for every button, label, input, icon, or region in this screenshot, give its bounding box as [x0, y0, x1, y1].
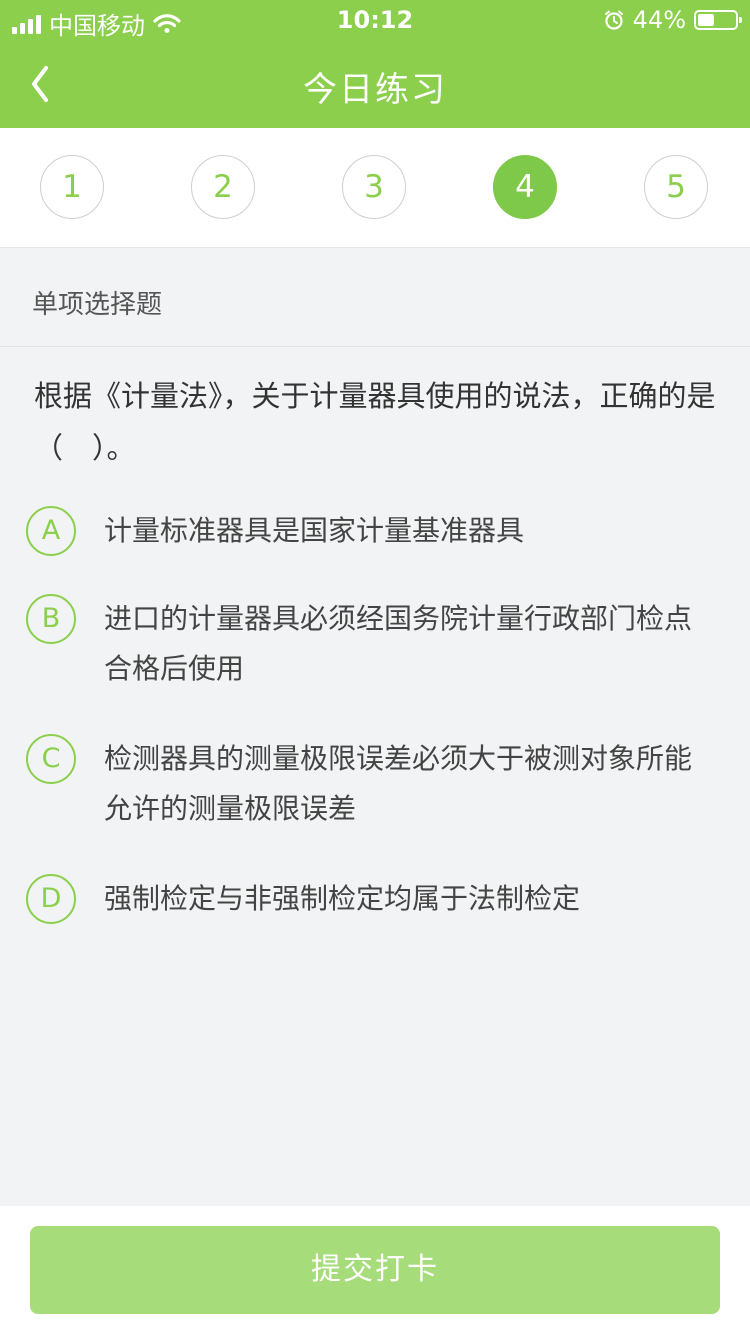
option-c-letter: C [26, 734, 76, 784]
battery-tip [739, 17, 742, 23]
question-number-1[interactable]: 1 [40, 155, 104, 219]
section-header: 单项选择题 [0, 248, 750, 347]
question-number-4-active[interactable]: 4 [493, 155, 557, 219]
option-a-letter: A [26, 506, 76, 556]
question-number-2[interactable]: 2 [191, 155, 255, 219]
submit-checkin-button[interactable]: 提交打卡 [30, 1226, 720, 1314]
navigation-bar: 今日练习 [0, 40, 750, 128]
battery-percent: 44% [632, 6, 686, 34]
question-number-3[interactable]: 3 [342, 155, 406, 219]
option-d-letter: D [26, 874, 76, 924]
battery-fill [698, 14, 714, 26]
question-stem: 根据《计量法》，关于计量器具使用的说法，正确的是（ ）。 [34, 379, 716, 465]
question-navigation: 1 2 3 4 5 [0, 128, 750, 248]
option-b-text: 进口的计量器具必须经国务院计量行政部门检点合格后使用 [104, 602, 693, 685]
battery-icon [694, 10, 742, 30]
bottom-action-bar: 提交打卡 [0, 1206, 750, 1334]
status-right: 44% [603, 6, 742, 34]
option-d-text: 强制检定与非强制检定均属于法制检定 [104, 882, 581, 915]
alarm-icon [603, 9, 625, 31]
status-bar: 中国移动 10:12 44% [0, 0, 750, 40]
page-title: 今日练习 [303, 70, 447, 110]
option-b-letter: B [26, 594, 76, 644]
question-number-5[interactable]: 5 [644, 155, 708, 219]
question-type-label: 单项选择题 [32, 290, 163, 320]
app-header: 中国移动 10:12 44% 今日练习 [0, 0, 750, 128]
option-c-text: 检测器具的测量极限误差必须大于被测对象所能允许的测量极限误差 [104, 742, 693, 825]
option-a-text: 计量标准器具是国家计量基准器具 [104, 514, 525, 547]
